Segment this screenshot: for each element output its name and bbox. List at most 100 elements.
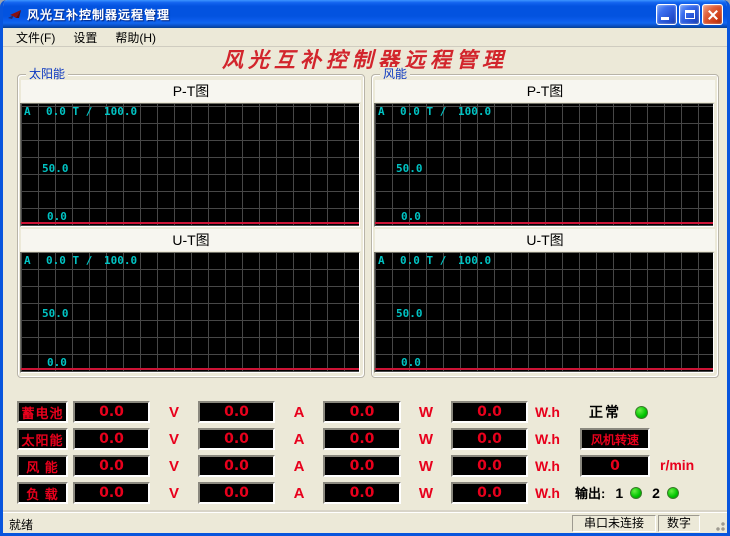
- voltage-unit-label: V: [150, 404, 198, 421]
- output-2-indicator-icon: [667, 487, 679, 499]
- solar-power-display: 0.0: [323, 428, 401, 450]
- chart-unit-label: A: [24, 254, 46, 267]
- output-1-indicator-icon: [630, 487, 642, 499]
- load-current-display: 0.0: [198, 482, 275, 504]
- chart-ymid-label: 50.0: [396, 307, 423, 320]
- solar-ut-chart-title: U-T图: [21, 229, 361, 251]
- minimize-icon: [661, 17, 669, 20]
- statusbar-serial-status: 串口未连接: [572, 515, 656, 532]
- wind-current-display: 0.0: [198, 455, 275, 477]
- menu-help[interactable]: 帮助(H): [108, 27, 163, 48]
- voltage-unit-label: V: [150, 431, 198, 448]
- energy-unit-label: W.h: [528, 404, 568, 420]
- reading-row-load: 负 载 0.0 V 0.0 A 0.0 W 0.0 W.h: [17, 482, 568, 504]
- fan-speed-unit-label: r/min: [660, 457, 694, 473]
- load-power-display: 0.0: [323, 482, 401, 504]
- output-status: 输出: 1 2: [575, 483, 679, 502]
- chart-ymax-label: 100.0: [104, 105, 137, 118]
- statusbar-mode: 数字: [658, 515, 700, 532]
- normal-status-indicator-icon: [635, 406, 648, 419]
- chart-xscale-label: 0.0 T /: [46, 105, 104, 118]
- group-wind-label: 风能: [380, 67, 410, 81]
- solar-ut-chart: A 0.0 T / 100.0 50.0 0.0: [20, 252, 360, 373]
- wind-voltage-display: 0.0: [73, 455, 150, 477]
- power-unit-label: W: [401, 485, 451, 502]
- chart-zero-trace: [375, 368, 713, 370]
- chart-ymax-label: 100.0: [104, 254, 137, 267]
- current-unit-label: A: [275, 485, 323, 502]
- wind-pt-chart-title: P-T图: [375, 80, 715, 102]
- maximize-icon: [685, 10, 695, 19]
- menu-file[interactable]: 文件(F): [9, 27, 62, 48]
- solar-energy-display: 0.0: [451, 428, 528, 450]
- app-icon: [7, 6, 23, 22]
- chart-unit-label: A: [378, 254, 400, 267]
- current-unit-label: A: [275, 458, 323, 475]
- chart-zero-trace: [375, 222, 713, 224]
- chart-xscale-label: 0.0 T /: [400, 254, 458, 267]
- energy-unit-label: W.h: [528, 431, 568, 447]
- load-label: 负 载: [17, 482, 68, 504]
- fan-speed-label: 风机转速: [580, 428, 650, 450]
- chart-unit-label: A: [24, 105, 46, 118]
- wind-power-display: 0.0: [323, 455, 401, 477]
- solar-pt-chart-title: P-T图: [21, 80, 361, 102]
- solar-pt-chart: A 0.0 T / 100.0 50.0 0.0: [20, 103, 360, 227]
- chart-ymid-label: 50.0: [396, 162, 423, 175]
- chart-zero-trace: [21, 222, 359, 224]
- menu-settings[interactable]: 设置: [66, 27, 104, 48]
- battery-energy-display: 0.0: [451, 401, 528, 423]
- chart-ymid-label: 50.0: [42, 162, 69, 175]
- status-bar: 就绪 串口未连接 数字: [3, 512, 727, 533]
- resize-grip[interactable]: [712, 518, 726, 532]
- chart-ymid-label: 50.0: [42, 307, 69, 320]
- reading-row-battery: 蓄电池 0.0 V 0.0 A 0.0 W 0.0 W.h: [17, 401, 568, 423]
- wind-pt-chart: A 0.0 T / 100.0 50.0 0.0: [374, 103, 714, 227]
- statusbar-ready-text: 就绪: [9, 516, 33, 533]
- menu-bar: 文件(F) 设置 帮助(H): [3, 28, 727, 47]
- voltage-unit-label: V: [150, 458, 198, 475]
- app-window: 风光互补控制器远程管理 文件(F) 设置 帮助(H) 风光互补控制器远程管理 太…: [0, 0, 730, 536]
- group-wind: 风能 P-T图 A 0.0 T / 100.0 50.0 0.0 U-T图 A …: [371, 74, 719, 378]
- window-title: 风光互补控制器远程管理: [27, 6, 656, 23]
- output-2-label: 2: [652, 485, 660, 501]
- wind-label: 风 能: [17, 455, 68, 477]
- battery-voltage-display: 0.0: [73, 401, 150, 423]
- maximize-button[interactable]: [679, 4, 700, 25]
- wind-ut-chart-title: U-T图: [375, 229, 715, 251]
- battery-label: 蓄电池: [17, 401, 68, 423]
- chart-xscale-label: 0.0 T /: [46, 254, 104, 267]
- normal-status-label: 正常: [589, 402, 621, 422]
- solar-current-display: 0.0: [198, 428, 275, 450]
- chart-ymax-label: 100.0: [458, 105, 491, 118]
- power-unit-label: W: [401, 404, 451, 421]
- energy-unit-label: W.h: [528, 485, 568, 501]
- power-unit-label: W: [401, 458, 451, 475]
- chart-unit-label: A: [378, 105, 400, 118]
- group-solar: 太阳能 P-T图 A 0.0 T / 100.0 50.0 0.0 U-T图 A…: [17, 74, 365, 378]
- page-title: 风光互补控制器远程管理: [3, 47, 727, 74]
- output-label: 输出:: [575, 483, 605, 502]
- solar-label: 太阳能: [17, 428, 68, 450]
- voltage-unit-label: V: [150, 485, 198, 502]
- close-button[interactable]: [702, 4, 723, 25]
- current-unit-label: A: [275, 404, 323, 421]
- reading-row-wind: 风 能 0.0 V 0.0 A 0.0 W 0.0 W.h: [17, 455, 568, 477]
- wind-ut-chart: A 0.0 T / 100.0 50.0 0.0: [374, 252, 714, 373]
- energy-unit-label: W.h: [528, 458, 568, 474]
- reading-row-solar: 太阳能 0.0 V 0.0 A 0.0 W 0.0 W.h: [17, 428, 568, 450]
- minimize-button[interactable]: [656, 4, 677, 25]
- titlebar[interactable]: 风光互补控制器远程管理: [0, 0, 730, 28]
- chart-ymax-label: 100.0: [458, 254, 491, 267]
- system-status: 正常: [589, 402, 648, 422]
- group-solar-label: 太阳能: [26, 67, 68, 81]
- current-unit-label: A: [275, 431, 323, 448]
- chart-zero-trace: [21, 368, 359, 370]
- battery-power-display: 0.0: [323, 401, 401, 423]
- power-unit-label: W: [401, 431, 451, 448]
- chart-xscale-label: 0.0 T /: [400, 105, 458, 118]
- fan-speed-display: 0: [580, 455, 650, 477]
- load-voltage-display: 0.0: [73, 482, 150, 504]
- wind-energy-display: 0.0: [451, 455, 528, 477]
- output-1-label: 1: [615, 485, 623, 501]
